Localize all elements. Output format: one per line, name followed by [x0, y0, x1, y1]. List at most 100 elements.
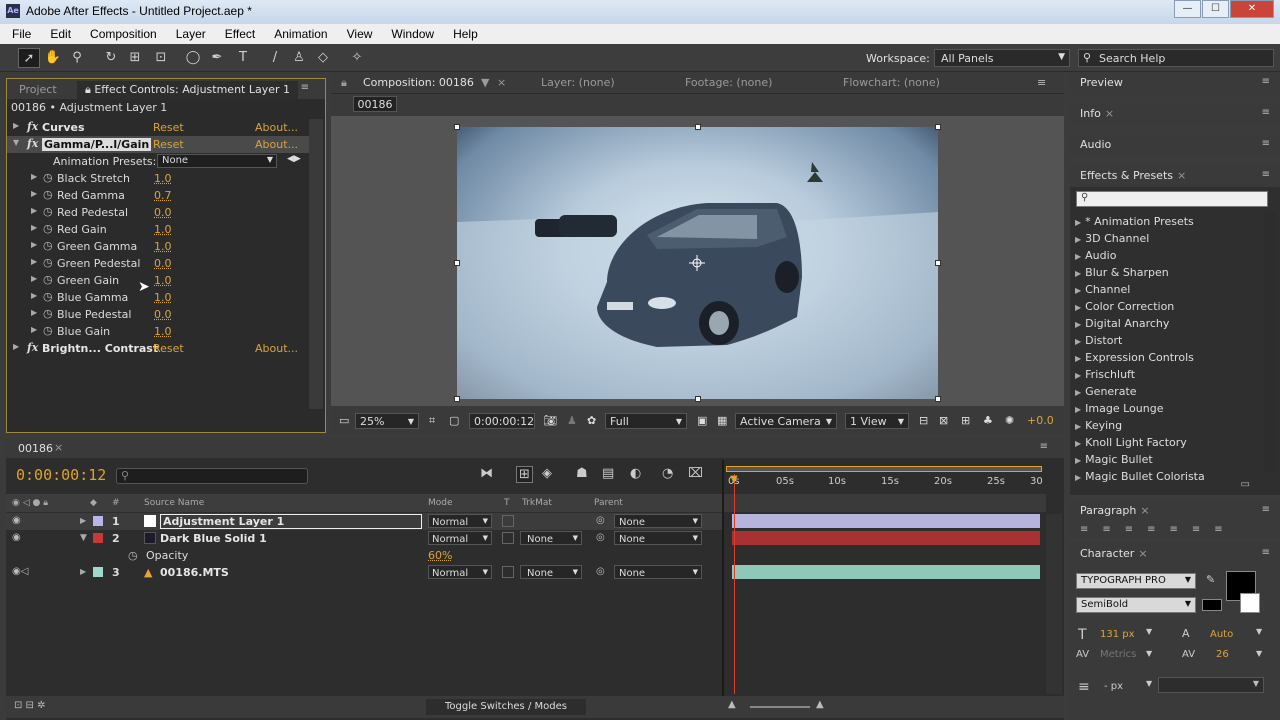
chevron-down-icon[interactable]: ▼	[481, 76, 489, 89]
layer-bar-3[interactable]	[732, 565, 1040, 579]
stroke-width-value[interactable]: - px	[1104, 681, 1123, 692]
stopwatch-icon[interactable]: ◷	[43, 239, 53, 252]
motion-blur-icon[interactable]: ◐	[630, 466, 641, 481]
pan-behind-tool-icon[interactable]: ⊡	[150, 48, 172, 68]
menu-edit[interactable]: Edit	[38, 24, 78, 44]
effect-brightness-contrast[interactable]: ▶ fx Brightn... Contrast Reset About...	[7, 340, 309, 357]
chevron-down-icon[interactable]: ▼	[1146, 679, 1152, 688]
tracking-value[interactable]: 26	[1216, 649, 1229, 660]
frame-blending-icon[interactable]: ▤	[602, 466, 614, 481]
list-item[interactable]: ▶ Blur & Sharpen	[1070, 264, 1260, 281]
list-item[interactable]: ▶ Digital Anarchy	[1070, 315, 1260, 332]
font-family-select[interactable]: TYPOGRAPH PRO ▼	[1076, 573, 1196, 589]
zoom-in-icon[interactable]: ▲	[816, 699, 824, 710]
preserve-transparency-checkbox[interactable]	[502, 532, 514, 544]
about-link[interactable]: About...	[255, 342, 298, 355]
menu-file[interactable]: File	[0, 24, 38, 44]
transform-handle[interactable]	[695, 124, 701, 130]
transform-handle[interactable]	[935, 396, 941, 402]
effect-gamma-pedestal-gain[interactable]: ▼ fx Gamma/P...l/Gain Reset About...	[7, 136, 309, 153]
collapse-triangle-icon[interactable]: ▼	[80, 533, 87, 543]
close-tab-icon[interactable]: ×	[54, 441, 63, 454]
audio-panel-header[interactable]: Audio ≡	[1070, 134, 1280, 156]
timeline-current-time[interactable]: 0:00:00:12	[16, 466, 106, 484]
tab-flowchart[interactable]: Flowchart: (none)	[843, 76, 940, 89]
mode-select[interactable]: Normal ▼	[428, 531, 492, 545]
playhead-icon[interactable]: ▼	[730, 474, 738, 485]
column-mode[interactable]: Mode	[428, 498, 453, 508]
layer-name[interactable]: Adjustment Layer 1	[160, 514, 422, 529]
tab-footage[interactable]: Footage: (none)	[685, 76, 772, 89]
expand-triangle-icon[interactable]: ▶	[31, 223, 37, 232]
magnification-select[interactable]: 25% ▼	[355, 413, 419, 429]
tab-effect-controls[interactable]: 🔒︎ Effect Controls: Adjustment Layer 1	[77, 81, 299, 99]
stopwatch-icon[interactable]: ◷	[43, 273, 53, 286]
layer-name[interactable]: 00186.MTS	[160, 566, 229, 579]
opacity-value[interactable]: 60%	[428, 549, 452, 562]
panel-menu-icon[interactable]: ≡	[1262, 504, 1270, 515]
rotate-tool-icon[interactable]: ↻	[100, 48, 122, 68]
param-value[interactable]: 1.0	[154, 240, 172, 253]
param-value[interactable]: 1.0	[154, 223, 172, 236]
param-value[interactable]: 1.0	[154, 274, 172, 287]
panel-menu-icon[interactable]: ≡	[1040, 441, 1048, 452]
panel-menu-icon[interactable]: ≡	[1262, 76, 1270, 87]
fx-icon[interactable]: fx	[27, 120, 38, 133]
hide-shy-layers-icon[interactable]: ☗	[576, 466, 588, 481]
stopwatch-icon[interactable]: ◷	[43, 171, 53, 184]
layer-name[interactable]: Dark Blue Solid 1	[160, 532, 267, 545]
param-value[interactable]: 1.0	[154, 325, 172, 338]
menu-composition[interactable]: Composition	[78, 24, 164, 44]
trkmat-select[interactable]: None ▼	[520, 565, 582, 579]
time-ruler[interactable]: 0s 05s 10s 15s 20s 25s 30	[724, 466, 1046, 514]
maximize-button[interactable]: ☐	[1202, 0, 1229, 18]
timeline-toggle-icon[interactable]: ⊞	[957, 413, 974, 429]
font-size-value[interactable]: 131 px	[1100, 629, 1135, 640]
toggle-switches-modes-button[interactable]: Toggle Switches / Modes	[426, 699, 586, 715]
zoom-tool-icon[interactable]: ⚲	[66, 48, 88, 68]
chevron-down-icon[interactable]: ▼	[1146, 649, 1152, 658]
list-item[interactable]: ▶ 3D Channel	[1070, 230, 1260, 247]
draft-3d-icon[interactable]: ◈	[542, 466, 552, 481]
flowchart-icon[interactable]: ♣	[979, 413, 997, 429]
list-item[interactable]: ▶ Knoll Light Factory	[1070, 434, 1260, 451]
expand-triangle-icon[interactable]: ▶	[31, 308, 37, 317]
current-time-display[interactable]: 0:00:00:12	[469, 413, 535, 429]
label-column-icon[interactable]: ◆	[90, 498, 97, 508]
stopwatch-icon[interactable]: ◷	[43, 205, 53, 218]
stroke-color-swatch[interactable]	[1240, 593, 1260, 613]
close-tab-icon[interactable]: ×	[1105, 107, 1114, 120]
expand-triangle-icon[interactable]: ▶	[80, 516, 86, 525]
resolution-select[interactable]: Full ▼	[605, 413, 687, 429]
camera-tool-icon[interactable]: ⊞	[124, 48, 146, 68]
effects-search-input[interactable]: ⚲	[1076, 191, 1268, 207]
column-t[interactable]: T	[504, 498, 510, 508]
expand-triangle-icon[interactable]: ▶	[31, 257, 37, 266]
puppet-pin-tool-icon[interactable]: ✧	[346, 48, 368, 68]
about-link[interactable]: About...	[255, 121, 298, 134]
transform-handle[interactable]	[454, 260, 460, 266]
list-item[interactable]: ▶ Frischluft	[1070, 366, 1260, 383]
transform-handle[interactable]	[695, 396, 701, 402]
reset-link[interactable]: Reset	[153, 342, 184, 355]
layer-switches-icons[interactable]: ⊡ ⊟ ✲	[14, 700, 46, 711]
animation-presets-select[interactable]: None ▼	[157, 154, 277, 168]
list-item[interactable]: ▶ Keying	[1070, 417, 1260, 434]
fast-previews-icon[interactable]: ⊠	[935, 413, 952, 429]
stopwatch-icon[interactable]: ◷	[43, 307, 53, 320]
workspace-select[interactable]: All Panels ▼	[934, 49, 1070, 67]
snapshot-camera-icon[interactable]: 📷︎	[539, 413, 561, 429]
list-item[interactable]: ▶ Magic Bullet Colorista	[1070, 468, 1260, 485]
composition-mini-flowchart-icon[interactable]: ⧓	[480, 466, 493, 481]
minimize-button[interactable]: —	[1174, 0, 1201, 18]
layer-row-3[interactable]: ◉◁ ▶ 3 ▲ 00186.MTS Normal ▼ None ▼ ◎ None ▼	[6, 564, 722, 581]
stopwatch-icon[interactable]: ◷	[43, 256, 53, 269]
preserve-transparency-checkbox[interactable]	[502, 566, 514, 578]
stopwatch-icon[interactable]: ◷	[43, 188, 53, 201]
clone-stamp-tool-icon[interactable]: ♙	[288, 48, 310, 68]
pen-tool-icon[interactable]: ✒	[206, 48, 228, 68]
composition-sub-tab[interactable]: 00186	[353, 96, 397, 112]
camera-view-select[interactable]: Active Camera ▼	[735, 413, 837, 429]
expand-triangle-icon[interactable]: ▶	[31, 189, 37, 198]
layer-row-2[interactable]: ◉ ▼ 2 Dark Blue Solid 1 Normal ▼ None ▼ ◎ …	[6, 530, 722, 547]
